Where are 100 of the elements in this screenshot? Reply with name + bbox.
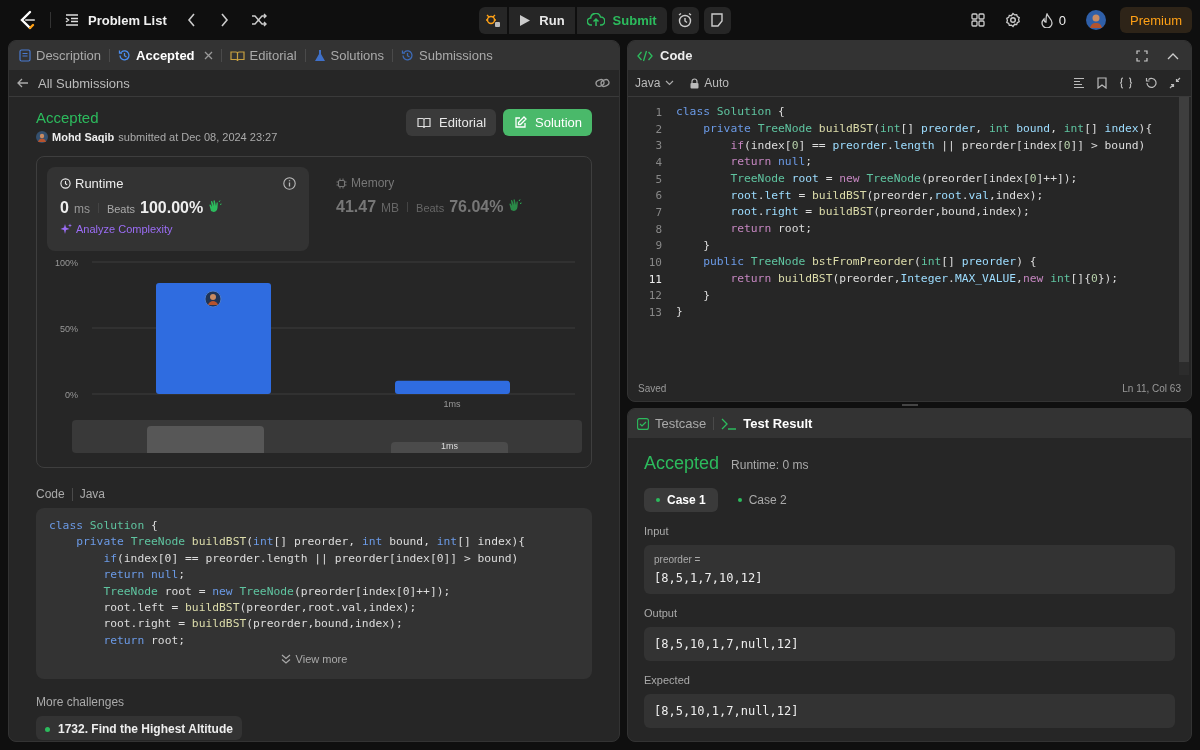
line-number: 11 (647, 272, 662, 286)
streak-counter[interactable]: 0 (1040, 12, 1066, 28)
beats-label: Beats (416, 202, 445, 214)
avatar-icon (204, 290, 222, 308)
bug-icon (485, 12, 502, 28)
range-navigator[interactable]: 1ms (72, 420, 582, 453)
line-number: 3 (654, 139, 662, 153)
panel-tab[interactable]: Editorial (229, 48, 297, 63)
metric-value: 0 (60, 199, 69, 217)
fullscreen-icon[interactable] (1136, 49, 1148, 62)
braces-icon[interactable] (1119, 77, 1133, 89)
beats-percent: 76.04% (449, 198, 504, 216)
code-icon (637, 49, 653, 62)
chevron-left-icon[interactable] (186, 13, 197, 27)
param-value: [8,5,1,7,10,12] (654, 571, 764, 585)
code-line: class Solution { (49, 518, 159, 534)
back-link[interactable]: All Submissions (17, 75, 130, 91)
view-more-button[interactable]: View more (280, 653, 348, 666)
panel-tab[interactable]: Description (19, 48, 102, 63)
run-button[interactable]: Run (509, 6, 575, 34)
panel-tab[interactable]: Testcase (637, 416, 707, 431)
submit-button[interactable]: Submit (576, 6, 667, 34)
panel-title: Code (660, 48, 693, 63)
case-tab[interactable]: Case 1 (644, 488, 718, 512)
code-line: class Solution { (676, 104, 785, 121)
debug-button[interactable] (479, 6, 508, 34)
close-icon[interactable] (203, 51, 213, 60)
case-tab[interactable]: Case 2 (725, 488, 799, 512)
checkbox-icon (637, 417, 649, 430)
note-button[interactable] (703, 6, 731, 34)
code-line: if(index[0] == preorder.length || preorder[index[0]] > bound) (102, 550, 520, 567)
caret-icon (665, 80, 675, 86)
code-line: TreeNode root = new TreeNode(preorder[index[0]++]); (729, 170, 1078, 187)
list-icon (65, 13, 79, 27)
line-number: 12 (647, 289, 662, 303)
line-number: 7 (654, 205, 662, 219)
book-icon (229, 49, 245, 62)
metric-card[interactable]: Runtime 0 ms Beats 100.00% Analyze Complexity (47, 167, 309, 251)
shuffle-icon[interactable] (250, 13, 267, 27)
user-name[interactable]: Mohd Saqib (52, 131, 115, 143)
code-line: return buildBST(preorder,Integer.MAX_VALUE,new int[]{0}); (729, 271, 1119, 287)
code-line: root.right = buildBST(preorder,bound,index); (729, 204, 1030, 221)
format-icon[interactable] (1073, 77, 1085, 89)
book-icon (417, 116, 432, 129)
lock-icon (690, 77, 700, 89)
range-handle[interactable] (147, 426, 264, 453)
expected-value-box: [8,5,10,1,7,null,12] (644, 694, 1175, 728)
line-number: 13 (647, 306, 662, 320)
beats-percent: 100.00% (140, 199, 204, 217)
clock-icon (60, 178, 71, 189)
shrink-icon[interactable] (1169, 77, 1181, 89)
axis-label: 1ms (443, 399, 461, 409)
info-icon[interactable] (283, 177, 296, 190)
chart-bar[interactable] (395, 380, 510, 394)
section-label: Code (36, 487, 65, 501)
panel-tab[interactable]: Test Result (721, 416, 813, 431)
code-line: return null; (102, 567, 187, 584)
arrow-left-icon (17, 78, 29, 88)
undo-icon[interactable] (1145, 77, 1157, 89)
chevron-right-icon[interactable] (218, 13, 229, 27)
collapse-icon[interactable] (1167, 51, 1179, 60)
panel-tab[interactable]: Solutions (313, 48, 384, 63)
code-line: return root; (102, 632, 187, 649)
metric-value: 41.47 (336, 198, 377, 216)
save-status: Saved (638, 382, 667, 394)
param-name: preorder = (654, 554, 702, 565)
clap-icon (508, 198, 523, 212)
auto-mode-toggle[interactable]: Auto (690, 76, 730, 90)
line-number: 8 (654, 222, 662, 236)
clap-icon (208, 199, 223, 213)
metric-title: Memory (351, 176, 395, 190)
premium-button[interactable]: Premium (1120, 7, 1192, 33)
analyze-complexity-link[interactable]: Analyze Complexity (60, 223, 296, 235)
range-handle[interactable]: 1ms (391, 442, 508, 453)
line-number: 9 (654, 239, 662, 253)
editorial-button[interactable]: Editorial (406, 109, 496, 136)
panel-tab[interactable]: Accepted (118, 48, 213, 63)
layout-icon[interactable] (970, 13, 985, 27)
settings-icon[interactable] (1004, 12, 1021, 28)
problem-list-button[interactable]: Problem List (65, 12, 167, 28)
chevrons-down-icon (280, 654, 291, 665)
beats-label: Beats (106, 203, 136, 215)
code-line: return null; (729, 154, 813, 171)
history-icon (118, 49, 132, 62)
logo-icon[interactable] (18, 10, 36, 30)
avatar-icon (36, 131, 48, 143)
panel-tab[interactable]: Submissions (401, 48, 493, 63)
language-dropdown[interactable]: Java (635, 76, 675, 90)
play-icon (519, 13, 532, 27)
timer-button[interactable] (671, 6, 699, 34)
line-number: 2 (654, 122, 662, 136)
runtime-text: Runtime: 0 ms (731, 458, 809, 472)
scrollbar[interactable] (1179, 97, 1189, 375)
bookmark-icon[interactable] (1097, 77, 1107, 89)
challenge-chip[interactable]: 1732. Find the Highest Altitude (36, 716, 242, 740)
document-icon (19, 49, 31, 62)
cloud-upload-icon (586, 13, 605, 27)
history-icon (401, 49, 414, 62)
avatar-icon[interactable] (1086, 10, 1106, 30)
link-icon[interactable] (595, 77, 610, 89)
